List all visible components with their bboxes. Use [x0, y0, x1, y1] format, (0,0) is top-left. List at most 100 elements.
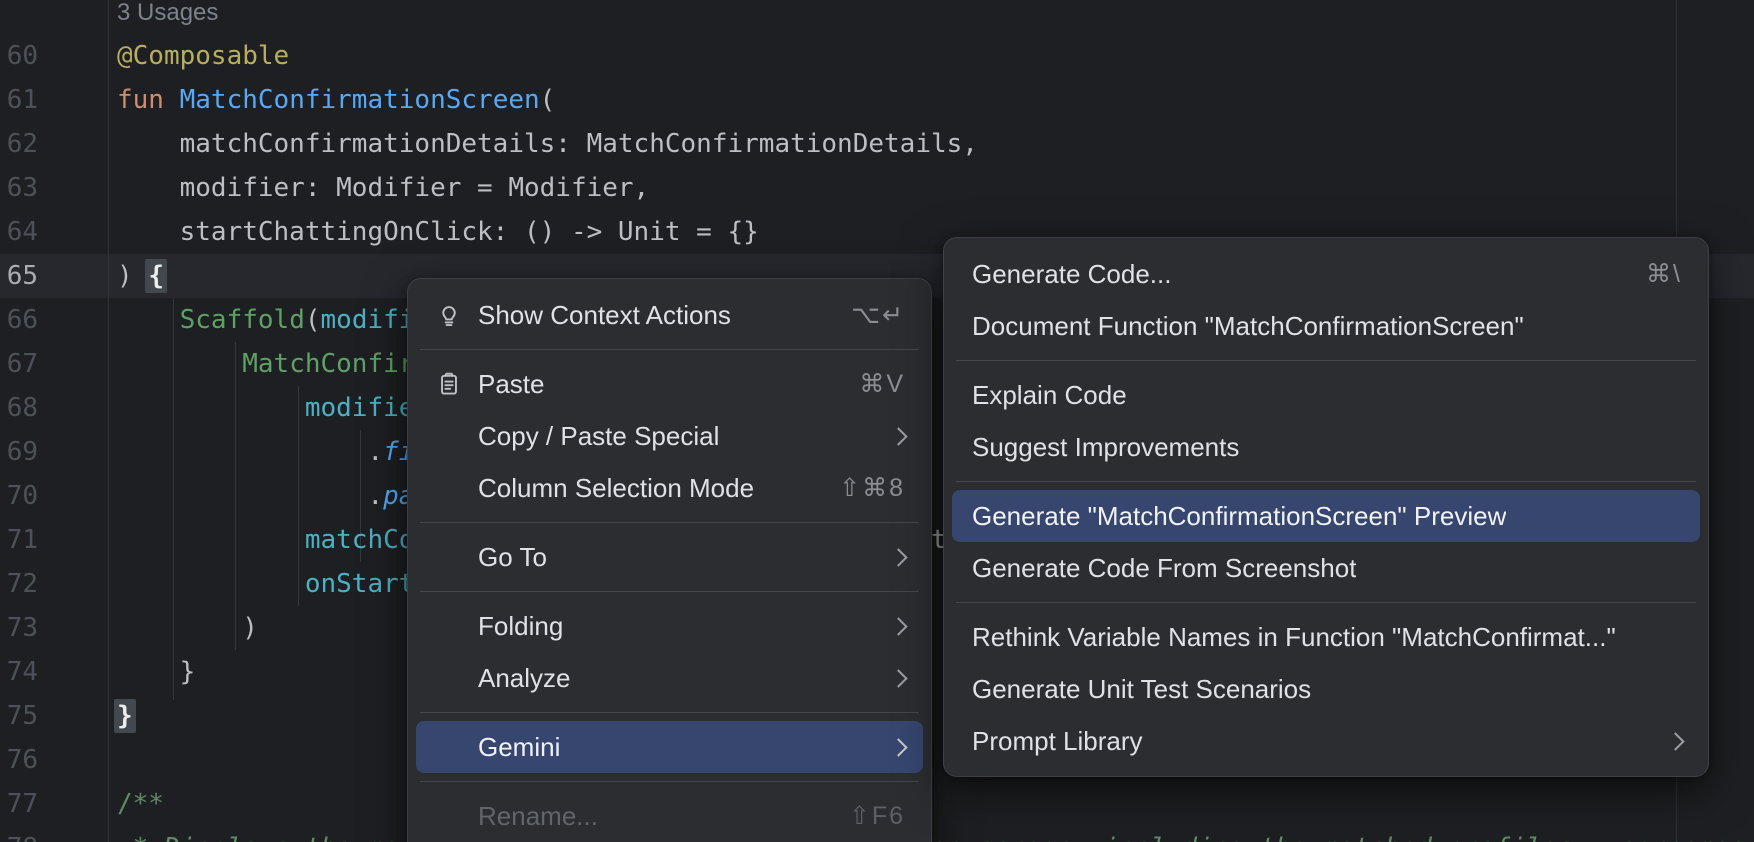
menu-item-label: Generate Unit Test Scenarios — [972, 674, 1311, 705]
menu-item-analyze[interactable]: Analyze — [408, 652, 931, 704]
code-token: ( — [305, 305, 321, 335]
code-token: Scaffold — [180, 305, 305, 335]
code-text: 3 Usages — [117, 0, 218, 35]
chevron-right-icon — [1666, 732, 1684, 750]
menu-separator — [956, 360, 1696, 361]
gutter-line-number[interactable]: 78 — [0, 826, 38, 842]
menu-item-label: Gemini — [478, 732, 560, 763]
menu-item-rename[interactable]: Rename...⇧F6 — [408, 790, 931, 842]
menu-item-label: Folding — [478, 611, 563, 642]
icon-spacer — [436, 613, 462, 639]
usages-inlay-hint[interactable]: 3 Usages — [0, 0, 1754, 34]
code-token — [117, 525, 305, 555]
shortcut-hint: ⇧⌘8 — [809, 473, 905, 503]
menu-separator — [956, 602, 1696, 603]
code-line-61[interactable]: 61fun MatchConfirmationScreen( — [0, 78, 1754, 122]
menu-item-label: Generate Code... — [972, 259, 1171, 290]
gutter-line-number[interactable]: 72 — [0, 562, 38, 606]
gutter-line-number[interactable]: 62 — [0, 122, 38, 166]
gutter-line-number[interactable]: 74 — [0, 650, 38, 694]
menu-item-label: Generate "MatchConfirmationScreen" Previ… — [972, 501, 1506, 532]
code-token: startChattingOnClick: () -> Unit = {} — [117, 217, 759, 247]
code-token: } — [117, 657, 195, 687]
icon-spacer — [436, 544, 462, 570]
code-text: modifier: Modifier = Modifier, — [117, 166, 649, 210]
code-token: . — [117, 437, 383, 467]
code-line-62[interactable]: 62 matchConfirmationDetails: MatchConfir… — [0, 122, 1754, 166]
code-line-60[interactable]: 60 @Composable — [0, 34, 1754, 78]
menu-item-go-to[interactable]: Go To — [408, 531, 931, 583]
menu-item-label: Prompt Library — [972, 726, 1143, 757]
shortcut-hint: ⌥↵ — [821, 300, 905, 330]
code-token: MatchConfirmationScreen — [180, 85, 540, 115]
gutter-line-number[interactable]: 67 — [0, 342, 38, 386]
code-text: @Composable — [117, 34, 289, 78]
icon-spacer — [436, 734, 462, 760]
gutter-line-number[interactable]: 65 — [0, 254, 38, 298]
lightbulb-icon — [436, 302, 462, 328]
menu-item-generate-code-from-screenshot[interactable]: Generate Code From Screenshot — [944, 542, 1708, 594]
clipboard-icon — [436, 371, 462, 397]
gutter-line-number[interactable]: 61 — [0, 78, 38, 122]
menu-item-prompt-library[interactable]: Prompt Library — [944, 715, 1708, 767]
gutter-line-number[interactable]: 63 — [0, 166, 38, 210]
menu-item-generate-code[interactable]: Generate Code...⌘\ — [944, 248, 1708, 300]
gutter-line-number[interactable]: 71 — [0, 518, 38, 562]
code-text: /** — [117, 782, 164, 826]
icon-spacer — [436, 665, 462, 691]
menu-item-document-function-matchconfirmationscreen[interactable]: Document Function "MatchConfirmationScre… — [944, 300, 1708, 352]
menu-item-label: Rename... — [478, 801, 598, 832]
code-token: ( — [540, 85, 556, 115]
gutter-line-number[interactable]: 66 — [0, 298, 38, 342]
icon-spacer — [436, 423, 462, 449]
gutter-line-number[interactable]: 76 — [0, 738, 38, 782]
menu-separator — [420, 712, 919, 713]
chevron-right-icon — [889, 669, 907, 687]
code-token — [117, 305, 180, 335]
editor-context-menu: Show Context Actions ⌥↵ Paste⌘V Copy / Past… — [407, 278, 932, 842]
shortcut-hint: ⌘V — [829, 369, 905, 399]
icon-spacer — [436, 475, 462, 501]
menu-item-label: Generate Code From Screenshot — [972, 553, 1356, 584]
menu-item-generate-matchconfirmationscreen-preview[interactable]: Generate "MatchConfirmationScreen" Previ… — [952, 490, 1700, 542]
code-token — [117, 393, 305, 423]
menu-separator — [420, 522, 919, 523]
menu-item-suggest-improvements[interactable]: Suggest Improvements — [944, 421, 1708, 473]
code-text: } — [117, 650, 195, 694]
menu-item-paste[interactable]: Paste⌘V — [408, 358, 931, 410]
code-text: ) — [117, 606, 258, 650]
menu-item-folding[interactable]: Folding — [408, 600, 931, 652]
menu-item-column-selection-mode[interactable]: Column Selection Mode⇧⌘8 — [408, 462, 931, 514]
gutter-line-number[interactable]: 77 — [0, 782, 38, 826]
gutter-line-number[interactable]: 64 — [0, 210, 38, 254]
menu-item-show-context-actions[interactable]: Show Context Actions ⌥↵ — [408, 289, 931, 341]
ide-editor-screen: 3 Usages 60 @Composable 61fun MatchConfirma… — [0, 0, 1754, 842]
code-token — [117, 569, 305, 599]
gutter-line-number[interactable]: 68 — [0, 386, 38, 430]
code-line-63[interactable]: 63 modifier: Modifier = Modifier, — [0, 166, 1754, 210]
icon-spacer — [436, 803, 462, 829]
menu-item-label: Show Context Actions — [478, 300, 731, 331]
code-token: 3 Usages — [117, 0, 218, 26]
menu-item-label: Suggest Improvements — [972, 432, 1239, 463]
menu-item-label: Rethink Variable Names in Function "Matc… — [972, 622, 1616, 653]
menu-item-label: Copy / Paste Special — [478, 421, 719, 452]
code-token: @Composable — [117, 41, 289, 71]
menu-item-copy-paste-special[interactable]: Copy / Paste Special — [408, 410, 931, 462]
menu-item-generate-unit-test-scenarios[interactable]: Generate Unit Test Scenarios — [944, 663, 1708, 715]
menu-separator — [420, 781, 919, 782]
gutter-line-number[interactable]: 69 — [0, 430, 38, 474]
gemini-submenu: Generate Code...⌘\ Document Function "Mat… — [943, 237, 1709, 777]
menu-item-explain-code[interactable]: Explain Code — [944, 369, 1708, 421]
gutter-line-number[interactable]: 73 — [0, 606, 38, 650]
code-text: startChattingOnClick: () -> Unit = {} — [117, 210, 759, 254]
gutter-line-number[interactable]: 60 — [0, 34, 38, 78]
code-text: matchConfirmationDetails: MatchConfirmat… — [117, 122, 978, 166]
menu-item-label: Document Function "MatchConfirmationScre… — [972, 311, 1524, 342]
menu-item-rethink-variable-names-in-function-matchconfirmat[interactable]: Rethink Variable Names in Function "Matc… — [944, 611, 1708, 663]
code-token: matchConfirmationDetails: MatchConfirmat… — [117, 129, 978, 159]
menu-separator — [420, 349, 919, 350]
gutter-line-number[interactable]: 75 — [0, 694, 38, 738]
gutter-line-number[interactable]: 70 — [0, 474, 38, 518]
menu-item-gemini[interactable]: Gemini — [416, 721, 923, 773]
